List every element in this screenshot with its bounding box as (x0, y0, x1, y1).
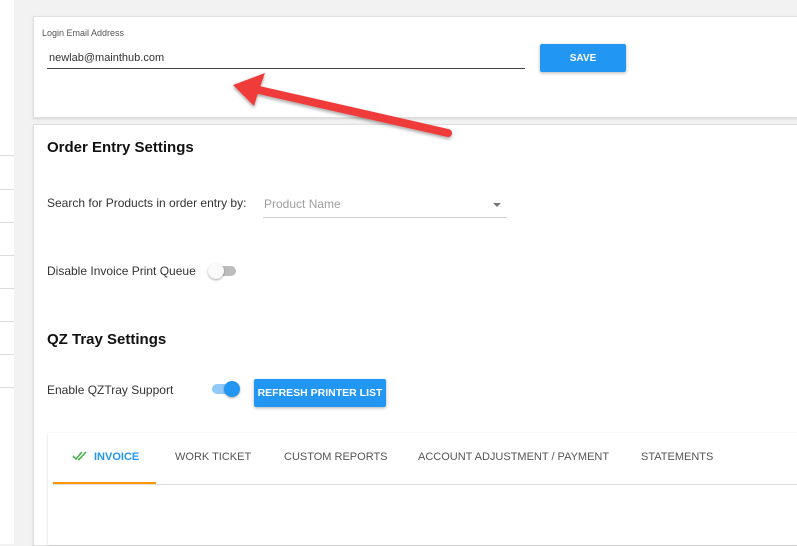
login-email-label: Login Email Address (42, 28, 125, 38)
product-search-label: Search for Products in order entry by: (47, 196, 247, 210)
tab-label: INVOICE (94, 451, 140, 463)
product-search-select[interactable]: Product Name (263, 192, 507, 218)
order-entry-settings-title: Order Entry Settings (47, 139, 194, 156)
login-email-input[interactable] (47, 47, 525, 69)
disable-print-queue-label: Disable Invoice Print Queue (47, 264, 196, 278)
sidebar-divider (0, 321, 14, 322)
disable-print-queue-toggle[interactable] (208, 263, 236, 279)
sidebar-divider (0, 155, 14, 156)
qz-tray-settings-title: QZ Tray Settings (47, 331, 167, 348)
tab-statements[interactable]: STATEMENTS (641, 433, 713, 484)
sidebar-divider (0, 189, 14, 190)
sidebar-divider (0, 354, 14, 355)
toggle-knob (208, 263, 224, 279)
double-check-icon (72, 451, 87, 461)
save-button[interactable]: SAVE (540, 44, 626, 72)
chevron-down-icon (493, 203, 501, 207)
report-tabs-panel: INVOICE WORK TICKET CUSTOM REPORTS ACCOU… (48, 433, 797, 545)
toggle-knob (224, 381, 240, 397)
tab-label: ACCOUNT ADJUSTMENT / PAYMENT (418, 451, 610, 463)
left-sidebar-edge (0, 0, 14, 544)
sidebar-divider (0, 387, 14, 388)
enable-qztray-toggle[interactable] (212, 381, 240, 397)
tab-invoice[interactable]: INVOICE (53, 433, 156, 484)
refresh-printer-list-button[interactable]: REFRESH PRINTER LIST (254, 379, 386, 407)
sidebar-divider (0, 255, 14, 256)
product-search-selected-value: Product Name (264, 197, 341, 211)
tab-bar: INVOICE WORK TICKET CUSTOM REPORTS ACCOU… (53, 433, 797, 485)
enable-qztray-label: Enable QZTray Support (47, 383, 174, 397)
tab-account-adjustment-payment[interactable]: ACCOUNT ADJUSTMENT / PAYMENT (418, 433, 609, 484)
sidebar-divider (0, 222, 14, 223)
tab-label: STATEMENTS (641, 451, 714, 463)
tab-work-ticket[interactable]: WORK TICKET (175, 433, 251, 484)
annotation-arrow-icon (233, 73, 452, 137)
tab-label: WORK TICKET (175, 451, 252, 463)
settings-card: Order Entry Settings Search for Products… (33, 124, 797, 546)
tab-custom-reports[interactable]: CUSTOM REPORTS (284, 433, 388, 484)
sidebar-divider (0, 288, 14, 289)
tab-label: CUSTOM REPORTS (284, 451, 388, 463)
